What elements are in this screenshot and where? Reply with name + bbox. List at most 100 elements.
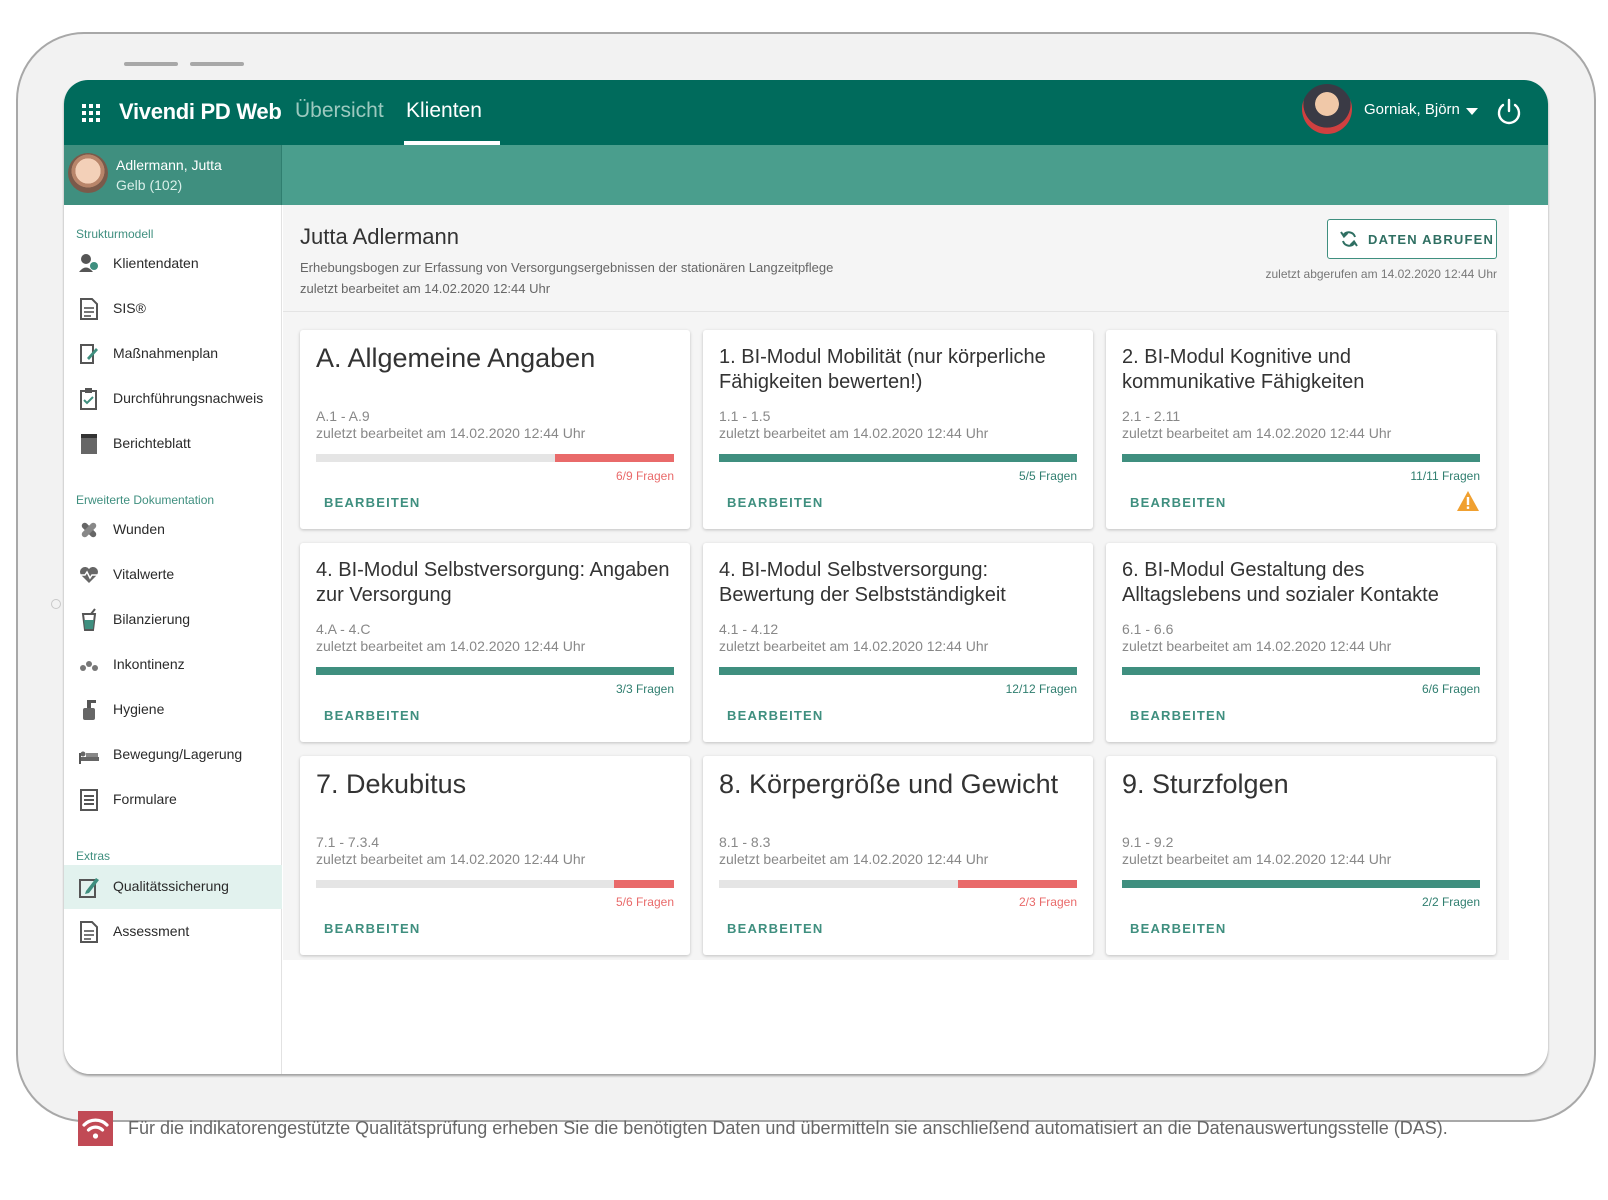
page-subtitle: Erhebungsbogen zur Erfassung von Versorg… xyxy=(300,260,834,275)
card-title: 8. Körpergröße und Gewicht xyxy=(719,769,1059,799)
progress-fill xyxy=(719,454,1077,462)
question-count: 3/3 Fragen xyxy=(615,682,674,696)
sidebar-item-bilanzierung[interactable]: Bilanzierung xyxy=(64,598,282,642)
module-card[interactable]: 4. BI-Modul Selbstversorgung: Bewertung … xyxy=(703,543,1093,742)
progress-fill xyxy=(614,880,674,888)
sidebar-section-strukturmodell: Strukturmodell xyxy=(76,227,154,241)
edit-button[interactable]: BEARBEITEN xyxy=(727,708,824,723)
sidebar-item-bewegung-lagerung[interactable]: Bewegung/Lagerung xyxy=(64,733,282,777)
card-title: 6. BI-Modul Gestaltung des Alltagslebens… xyxy=(1122,559,1439,606)
sidebar-item-formulare[interactable]: Formulare xyxy=(64,778,282,822)
card-range: 8.1 - 8.3 xyxy=(719,834,771,850)
client-selector[interactable]: Adlermann, Jutta Gelb (102) xyxy=(64,145,282,205)
bandage-icon xyxy=(81,522,97,538)
sidebar-item-label: Vitalwerte xyxy=(113,566,175,582)
module-card[interactable]: 9. Sturzfolgen 9.1 - 9.2 zuletzt bearbeite… xyxy=(1106,756,1496,955)
client-avatar xyxy=(68,153,108,193)
progress-fill xyxy=(1122,667,1480,675)
power-icon[interactable] xyxy=(1496,98,1522,126)
client-room: Gelb (102) xyxy=(116,177,183,193)
form-icon xyxy=(80,789,98,811)
card-title: 2. BI-Modul Kognitive und kommunikative … xyxy=(1122,346,1365,393)
edit-button[interactable]: BEARBEITEN xyxy=(1130,921,1227,936)
edit-button[interactable]: BEARBEITEN xyxy=(324,921,421,936)
sidebar-item-hygiene[interactable]: Hygiene xyxy=(64,688,282,732)
sidebar-item-assessment[interactable]: Assessment xyxy=(64,910,282,954)
progress-fill xyxy=(554,454,674,462)
module-card[interactable]: 8. Körpergröße und Gewicht 8.1 - 8.3 zulet… xyxy=(703,756,1093,955)
card-range: 4.1 - 4.12 xyxy=(719,621,779,637)
question-count: 6/9 Fragen xyxy=(615,469,674,483)
card-last-edited: zuletzt bearbeitet am 14.02.2020 12:44 U… xyxy=(316,851,586,867)
edit-button[interactable]: BEARBEITEN xyxy=(1130,495,1227,510)
edit-button[interactable]: BEARBEITEN xyxy=(1130,708,1227,723)
fetch-data-button[interactable]: DATEN ABRUFEN xyxy=(1327,219,1497,259)
module-card[interactable]: 4. BI-Modul Selbstversorgung: Angaben zu… xyxy=(300,543,690,742)
sidebar-item-wunden[interactable]: Wunden xyxy=(64,508,282,552)
edit-button[interactable]: BEARBEITEN xyxy=(727,495,824,510)
module-card[interactable]: 7. Dekubitus 7.1 - 7.3.4 zuletzt bearbeite… xyxy=(300,756,690,955)
card-range: 9.1 - 9.2 xyxy=(1122,834,1174,850)
clipboard-check-icon xyxy=(80,388,97,410)
card-title: 4. BI-Modul Selbstversorgung: Angaben zu… xyxy=(316,559,670,606)
user-name[interactable]: Gorniak, Björn xyxy=(1364,101,1460,118)
client-name: Adlermann, Jutta xyxy=(116,157,222,173)
sidebar-item-massnahmenplan[interactable]: Maßnahmenplan xyxy=(64,332,282,376)
sidebar-item-label: Assessment xyxy=(113,923,190,939)
module-card[interactable]: 2. BI-Modul Kognitive und kommunikative … xyxy=(1106,330,1496,529)
sidebar: Strukturmodell Klientendaten SIS® Maßnah… xyxy=(64,205,282,1074)
sidebar-item-berichteblatt[interactable]: Berichteblatt xyxy=(64,422,282,466)
apps-grid-icon[interactable] xyxy=(82,104,100,122)
document-icon xyxy=(80,298,98,320)
sidebar-item-label: Berichteblatt xyxy=(113,435,191,451)
sidebar-item-vitalwerte[interactable]: Vitalwerte xyxy=(64,553,282,597)
progress-fill xyxy=(719,667,1077,675)
page-last-edited: zuletzt bearbeitet am 14.02.2020 12:44 U… xyxy=(300,281,551,296)
sidebar-item-durchfuehrungsnachweis[interactable]: Durchführungsnachweis xyxy=(64,377,282,421)
edit-note-icon xyxy=(79,878,99,898)
sidebar-item-label: SIS® xyxy=(113,300,146,316)
sidebar-item-sis[interactable]: SIS® xyxy=(64,287,282,331)
footer-badge xyxy=(78,1111,113,1146)
sidebar-item-qualitaetssicherung[interactable]: Qualitätssicherung xyxy=(64,865,282,909)
bed-icon xyxy=(79,751,99,764)
card-title: 9. Sturzfolgen xyxy=(1122,769,1289,799)
tab-uebersicht[interactable]: Übersicht xyxy=(295,99,384,123)
sidebar-item-klientendaten[interactable]: Klientendaten xyxy=(64,242,282,286)
footer-caption: Für die indikatorengestützte Qualitätspr… xyxy=(128,1118,1448,1138)
card-title: 4. BI-Modul Selbstversorgung: Bewertung … xyxy=(719,559,1006,606)
card-last-edited: zuletzt bearbeitet am 14.02.2020 12:44 U… xyxy=(719,851,989,867)
tab-klienten[interactable]: Klienten xyxy=(406,99,482,123)
user-menu-caret-icon[interactable] xyxy=(1466,108,1478,115)
module-card[interactable]: 1. BI-Modul Mobilität (nur körperliche F… xyxy=(703,330,1093,529)
card-range: 1.1 - 1.5 xyxy=(719,408,771,424)
fetch-note: zuletzt abgerufen am 14.02.2020 12:44 Uh… xyxy=(1265,267,1498,281)
progress-bar xyxy=(719,667,1077,675)
edit-button[interactable]: BEARBEITEN xyxy=(324,495,421,510)
warning-icon[interactable] xyxy=(1456,490,1480,512)
progress-fill xyxy=(316,667,674,675)
question-count: 12/12 Fragen xyxy=(1005,682,1077,696)
edit-button[interactable]: BEARBEITEN xyxy=(727,921,824,936)
question-count: 5/5 Fragen xyxy=(1018,469,1077,483)
edit-button[interactable]: BEARBEITEN xyxy=(324,708,421,723)
sidebar-item-inkontinenz[interactable]: Inkontinenz xyxy=(64,643,282,687)
module-card[interactable]: 6. BI-Modul Gestaltung des Alltagslebens… xyxy=(1106,543,1496,742)
sidebar-section-extras: Extras xyxy=(76,849,111,863)
sidebar-item-label: Formulare xyxy=(113,791,177,807)
tablet-button xyxy=(124,62,178,66)
sidebar-item-label: Wunden xyxy=(113,521,165,537)
progress-fill xyxy=(1122,454,1480,462)
header-divider xyxy=(283,311,1509,312)
client-data-icon xyxy=(79,254,98,272)
card-title: 7. Dekubitus xyxy=(316,769,467,799)
sidebar-item-label: Hygiene xyxy=(113,701,165,717)
user-avatar[interactable] xyxy=(1302,84,1352,134)
sidebar-item-label: Qualitätssicherung xyxy=(113,878,229,894)
card-last-edited: zuletzt bearbeitet am 14.02.2020 12:44 U… xyxy=(719,425,989,441)
progress-bar xyxy=(1122,880,1480,888)
plan-icon xyxy=(80,344,98,364)
progress-bar xyxy=(719,454,1077,462)
tablet-button xyxy=(190,62,244,66)
module-card[interactable]: A. Allgemeine Angaben A.1 - A.9 zuletzt be… xyxy=(300,330,690,529)
